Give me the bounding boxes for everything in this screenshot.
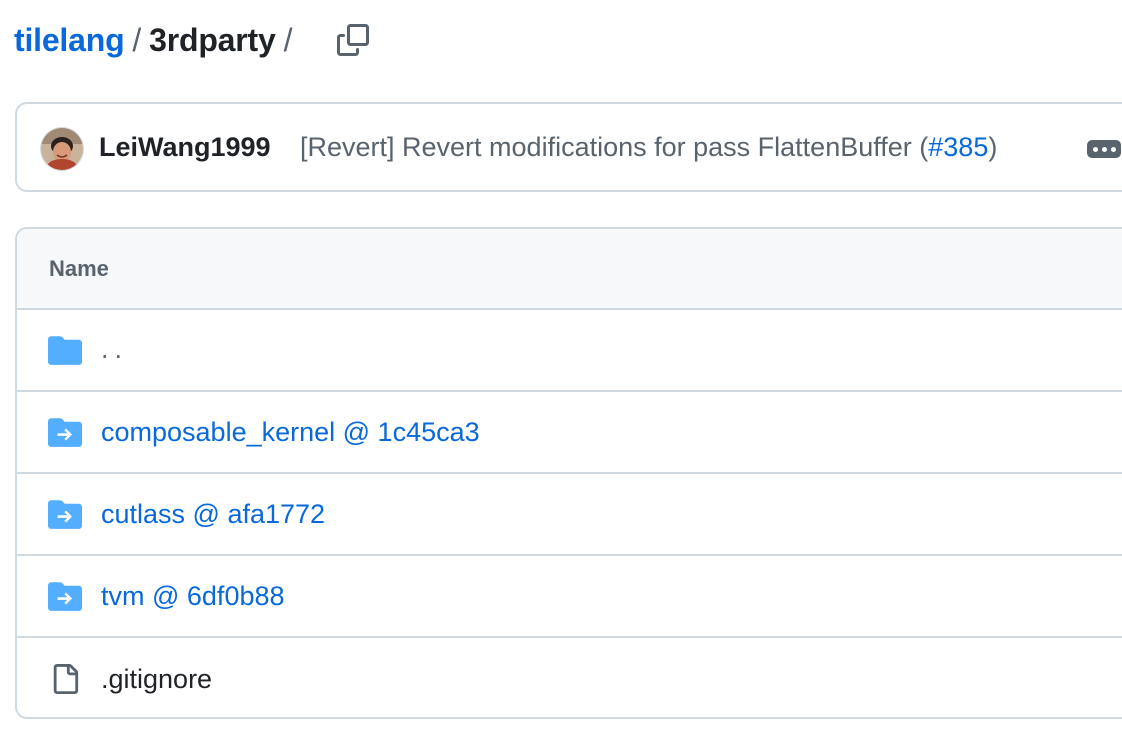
- breadcrumb-repo-link[interactable]: tilelang: [14, 22, 125, 59]
- breadcrumb-current: 3rdparty: [149, 21, 276, 58]
- submodule-link[interactable]: tvm @ 6df0b88: [101, 581, 285, 612]
- avatar[interactable]: [41, 128, 83, 170]
- submodule-icon: [48, 579, 82, 613]
- table-header-name: Name: [17, 229, 1122, 310]
- breadcrumb-separator: /: [132, 21, 142, 58]
- file-icon: [48, 662, 82, 696]
- file-link[interactable]: .gitignore: [101, 664, 212, 695]
- breadcrumb-trailing-separator: /: [283, 21, 293, 58]
- submodule-link[interactable]: composable_kernel @ 1c45ca3: [101, 417, 480, 448]
- submodule-icon: [48, 415, 82, 449]
- avatar-image: [41, 128, 83, 170]
- latest-commit-box: LeiWang1999 [Revert] Revert modification…: [15, 102, 1122, 192]
- parent-directory-link[interactable]: ..: [101, 334, 128, 365]
- submodule-icon: [48, 497, 82, 531]
- ellipsis-dot: [1092, 146, 1098, 152]
- breadcrumb: tilelang / 3rdparty /: [14, 18, 300, 62]
- ellipsis-dot: [1101, 146, 1107, 152]
- copy-icon: [337, 24, 369, 56]
- commit-pr-link[interactable]: #385: [928, 132, 988, 162]
- commit-details-button[interactable]: [1087, 140, 1121, 158]
- commit-author[interactable]: LeiWang1999: [99, 132, 271, 163]
- table-row[interactable]: .gitignore: [17, 638, 1122, 717]
- table-row-parent[interactable]: ..: [17, 310, 1122, 392]
- table-row[interactable]: composable_kernel @ 1c45ca3: [17, 392, 1122, 474]
- copy-path-button[interactable]: [334, 22, 372, 58]
- table-row[interactable]: cutlass @ afa1772: [17, 474, 1122, 556]
- submodule-link[interactable]: cutlass @ afa1772: [101, 499, 325, 530]
- ellipsis-dot: [1110, 146, 1116, 152]
- commit-message-text[interactable]: [Revert] Revert modifications for pass F…: [300, 132, 928, 162]
- folder-icon: [48, 333, 82, 367]
- table-row[interactable]: tvm @ 6df0b88: [17, 556, 1122, 638]
- commit-message[interactable]: [Revert] Revert modifications for pass F…: [300, 132, 997, 163]
- file-table: Name .. composable_kernel @ 1c45ca3 cutl…: [15, 227, 1122, 719]
- commit-message-suffix: ): [988, 132, 998, 162]
- page: tilelang / 3rdparty / LeiWang1999 [Rever…: [0, 0, 1122, 742]
